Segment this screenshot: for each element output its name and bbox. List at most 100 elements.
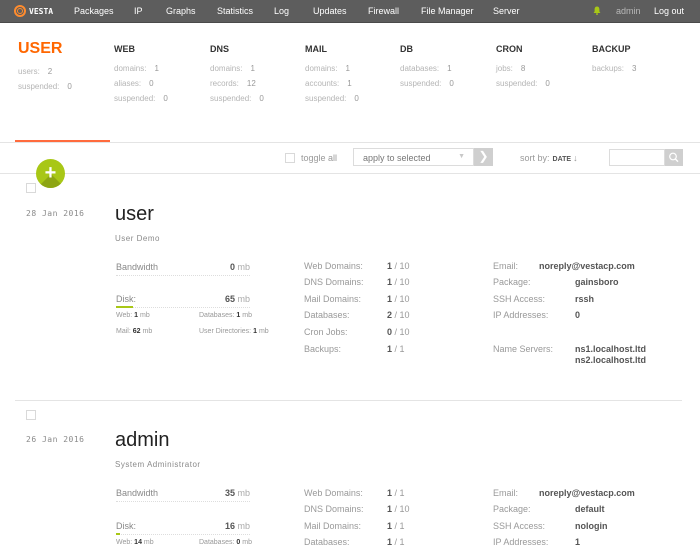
record-checkbox[interactable] (26, 410, 36, 420)
search-button[interactable] (665, 149, 683, 166)
search-icon (669, 152, 679, 163)
info-label: Email: (493, 261, 519, 271)
stat-row: suspended: 0 (18, 82, 72, 91)
package-value: gainsboro (575, 277, 619, 287)
disk-meter (116, 306, 250, 308)
sort-label: sort by: (520, 153, 550, 163)
name-server-value: ns2.localhost.ltd (575, 355, 647, 365)
limit-value: 1 / 1 (387, 488, 405, 498)
record-description: User Demo (115, 234, 160, 243)
stat-row: records: 12 (210, 79, 256, 88)
logo-text: VESTA (29, 6, 54, 16)
name-server-value: ns1.localhost.ltd (575, 344, 647, 354)
record-username[interactable]: user (115, 203, 154, 226)
info-label: Package: (493, 504, 531, 514)
stat-row: domains: 1 (210, 64, 255, 73)
vesta-logo-icon (14, 5, 26, 17)
disk-user-directories: User Directories: 1 mb (199, 328, 269, 335)
disk-label: Disk: (116, 294, 136, 304)
bandwidth-label: Bandwidth (116, 488, 159, 498)
stat-row: databases: 1 (400, 64, 452, 73)
nav-file-manager[interactable]: File Manager (421, 6, 474, 16)
stat-row: domains: 1 (305, 64, 350, 73)
limit-value: 0 / 10 (387, 327, 410, 337)
disk-web: Web: 14 mb (116, 539, 154, 546)
logout-link[interactable]: Log out (654, 6, 684, 16)
bulk-action-value: apply to selected (363, 153, 431, 163)
bell-icon[interactable] (593, 6, 601, 15)
nav-graphs[interactable]: Graphs (166, 6, 196, 16)
limit-value: 1 / 10 (387, 261, 410, 271)
dropdown-caret-icon: ▼ (458, 153, 465, 160)
nav-firewall[interactable]: Firewall (368, 6, 399, 16)
divider (0, 173, 700, 174)
plus-icon: + (44, 162, 57, 184)
stat-backup-title: BACKUP (592, 44, 631, 54)
stat-web-title: WEB (114, 44, 135, 54)
vesta-logo[interactable]: VESTA (14, 5, 53, 17)
limit-label: Mail Domains: (304, 294, 362, 304)
top-navigation-bar: VESTA Packages IP Graphs Statistics Log … (0, 0, 700, 23)
bandwidth-meter (116, 501, 250, 502)
nav-packages[interactable]: Packages (74, 6, 114, 16)
info-label: SSH Access: (493, 294, 546, 304)
limit-label: Web Domains: (304, 488, 363, 498)
limit-label: Cron Jobs: (304, 327, 348, 337)
disk-databases: Databases: 0 mb (199, 539, 252, 546)
record-username[interactable]: admin (115, 429, 169, 452)
sort-direction-icon[interactable]: ↓ (573, 153, 578, 163)
sort-control[interactable]: sort by: DATE ↓ (520, 153, 578, 163)
stat-cron-title: CRON (496, 44, 523, 54)
record-checkbox[interactable] (26, 183, 36, 193)
stat-db-title: DB (400, 44, 413, 54)
toggle-all-label[interactable]: toggle all (301, 153, 337, 163)
stat-row: accounts: 1 (305, 79, 352, 88)
limit-value: 1 / 10 (387, 504, 410, 514)
record-description: System Administrator (115, 460, 201, 469)
current-user-link[interactable]: admin (616, 6, 641, 16)
limit-value: 2 / 10 (387, 310, 410, 320)
stat-row: suspended: 0 (114, 94, 168, 103)
disk-meter-fill (116, 533, 120, 535)
bulk-action-select[interactable]: apply to selected ▼ (353, 148, 474, 166)
sort-value[interactable]: DATE (553, 156, 572, 163)
stat-row: domains: 1 (114, 64, 159, 73)
stat-user-title: USER (18, 40, 63, 57)
toggle-all-checkbox[interactable] (285, 153, 295, 163)
stat-user[interactable]: USER users: 2 suspended: 0 (18, 38, 72, 94)
stat-row: suspended: 0 (305, 94, 359, 103)
apply-button[interactable]: ❯ (474, 148, 493, 166)
limit-value: 1 / 1 (387, 344, 405, 354)
nav-log[interactable]: Log (274, 6, 289, 16)
stat-backup[interactable]: BACKUP backups: 3 (592, 38, 636, 76)
stat-row: users: 2 (18, 67, 53, 76)
ip-addresses-value: 1 (575, 537, 581, 547)
disk-label: Disk: (116, 521, 136, 531)
add-user-button[interactable]: + (36, 159, 65, 188)
disk-meter-fill (116, 306, 133, 308)
stat-web[interactable]: WEB domains: 1 aliases: 0 suspended: 0 (114, 38, 168, 106)
limit-label: DNS Domains: (304, 504, 364, 514)
record-date: 28 Jan 2016 (26, 209, 85, 218)
stat-dns[interactable]: DNS domains: 1 records: 12 suspended: 0 (210, 38, 264, 106)
info-label: Email: (493, 488, 519, 498)
limit-value: 1 / 10 (387, 294, 410, 304)
limit-value: 1 / 1 (387, 537, 405, 547)
nav-server[interactable]: Server (493, 6, 520, 16)
disk-web: Web: 1 mb (116, 312, 150, 319)
nav-ip[interactable]: IP (134, 6, 143, 16)
limit-label: DNS Domains: (304, 277, 364, 287)
nav-statistics[interactable]: Statistics (217, 6, 253, 16)
stat-db[interactable]: DB databases: 1 suspended: 0 (400, 38, 454, 91)
nav-updates[interactable]: Updates (313, 6, 347, 16)
search-input[interactable] (609, 149, 665, 166)
stat-row: aliases: 0 (114, 79, 154, 88)
stat-mail[interactable]: MAIL domains: 1 accounts: 1 suspended: 0 (305, 38, 359, 106)
ip-addresses-value: 0 (575, 310, 581, 320)
bandwidth-label: Bandwidth (116, 262, 159, 272)
disk-mail: Mail: 62 mb (116, 328, 153, 335)
limit-value: 1 / 1 (387, 521, 405, 531)
record-divider (15, 400, 682, 401)
stat-cron[interactable]: CRON jobs: 8 suspended: 0 (496, 38, 550, 91)
disk-value: 16 mb (224, 521, 250, 531)
